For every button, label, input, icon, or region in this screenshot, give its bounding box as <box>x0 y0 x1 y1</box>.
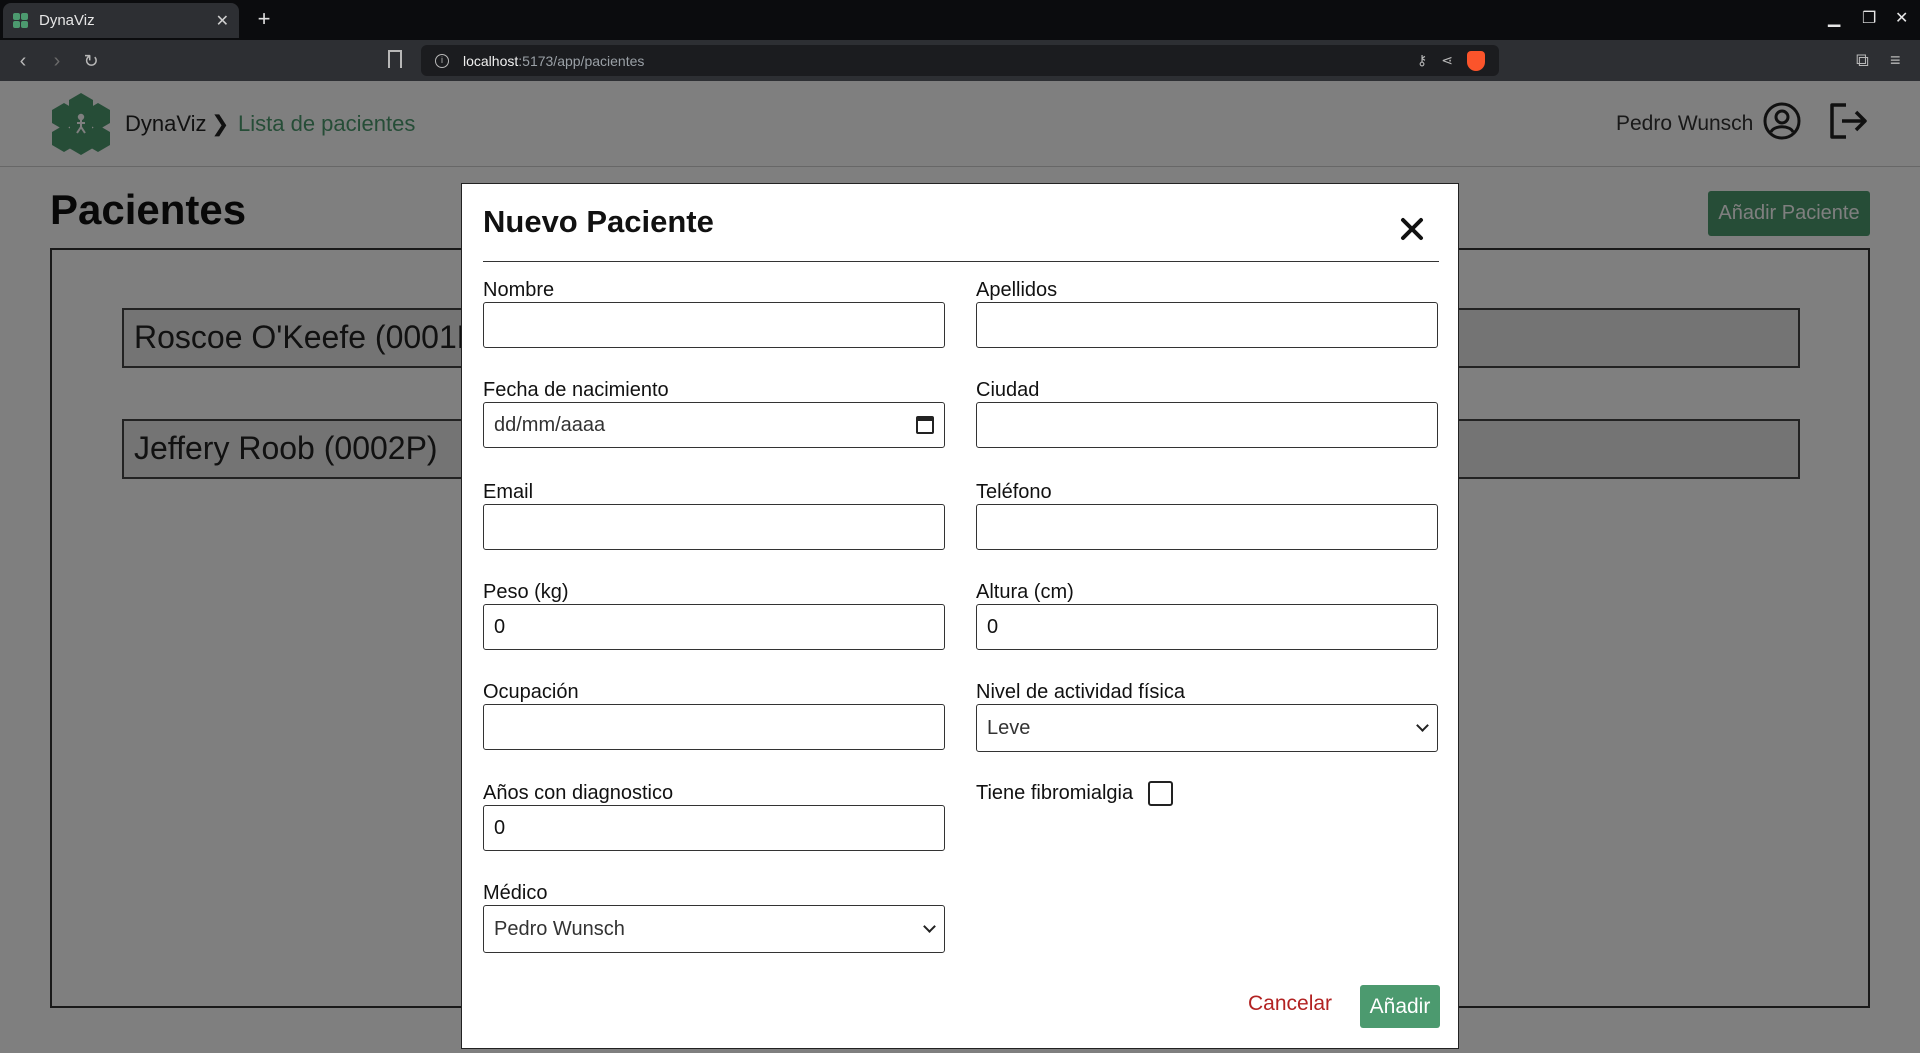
share-icon[interactable]: ⋖ <box>1441 52 1453 69</box>
medico-label: Médico <box>483 882 548 904</box>
nombre-label: Nombre <box>483 279 555 301</box>
apellidos-label: Apellidos <box>976 279 1058 301</box>
fecha-nacimiento-placeholder: dd/mm/aaaa <box>494 413 606 436</box>
app-page: DynaViz ❯ Lista de pacientes Pedro Wunsc… <box>0 81 1920 1053</box>
email-label: Email <box>483 481 534 503</box>
fecha-nacimiento-input[interactable]: dd/mm/aaaa <box>483 402 945 448</box>
calendar-icon[interactable] <box>916 416 934 434</box>
browser-toolbar: ‹ › ↻ i localhost:5173/app/pacientes ⚷ ⋖… <box>0 40 1920 81</box>
nombre-input[interactable] <box>483 302 945 348</box>
actividad-select[interactable]: Leve <box>976 704 1438 752</box>
modal-divider <box>483 261 1439 262</box>
medico-select[interactable]: Pedro Wunsch <box>483 905 945 953</box>
new-tab-icon[interactable]: + <box>251 6 277 32</box>
modal-close-icon[interactable] <box>1397 214 1427 244</box>
ciudad-input[interactable] <box>976 402 1438 448</box>
cancel-button[interactable]: Cancelar <box>1248 992 1332 1016</box>
back-icon[interactable]: ‹ <box>10 48 36 74</box>
maximize-icon[interactable]: ❐ <box>1862 8 1876 28</box>
fibromialgia-label: Tiene fibromialgia <box>976 782 1134 804</box>
fecha-nacimiento-label: Fecha de nacimiento <box>483 379 669 401</box>
tab-close-icon[interactable]: ✕ <box>216 11 229 31</box>
peso-input[interactable] <box>483 604 945 650</box>
brave-shield-icon[interactable] <box>1467 50 1485 71</box>
browser-tab-bar: DynaViz ✕ + ▁ ❐ ✕ <box>0 0 1920 40</box>
address-bar[interactable]: i localhost:5173/app/pacientes ⚷ ⋖ <box>421 45 1499 76</box>
minimize-icon[interactable]: ▁ <box>1828 8 1840 28</box>
chevron-down-icon <box>923 920 936 933</box>
email-input[interactable] <box>483 504 945 550</box>
actividad-label: Nivel de actividad física <box>976 681 1185 703</box>
site-info-icon[interactable]: i <box>435 53 449 68</box>
altura-input[interactable] <box>976 604 1438 650</box>
browser-menu-icon[interactable]: ≡ <box>1890 50 1901 71</box>
reload-icon[interactable]: ↻ <box>78 48 104 74</box>
anios-diagnostico-input[interactable] <box>483 805 945 851</box>
forward-icon[interactable]: › <box>44 48 70 74</box>
browser-tab[interactable]: DynaViz ✕ <box>3 3 239 38</box>
apellidos-input[interactable] <box>976 302 1438 348</box>
actividad-selected-value: Leve <box>987 716 1031 739</box>
peso-label: Peso (kg) <box>483 581 569 603</box>
anios-diagnostico-label: Años con diagnostico <box>483 782 674 804</box>
extensions-icon[interactable]: ⧉ <box>1856 50 1869 71</box>
browser-tab-title: DynaViz <box>39 12 95 29</box>
ocupacion-label: Ocupación <box>483 681 579 703</box>
altura-label: Altura (cm) <box>976 581 1074 603</box>
chevron-down-icon <box>1416 719 1429 732</box>
telefono-input[interactable] <box>976 504 1438 550</box>
add-button[interactable]: Añadir <box>1360 985 1440 1028</box>
ciudad-label: Ciudad <box>976 379 1040 401</box>
telefono-label: Teléfono <box>976 481 1052 503</box>
dynaviz-favicon-icon <box>13 12 29 29</box>
medico-selected-value: Pedro Wunsch <box>494 917 625 940</box>
modal-title: Nuevo Paciente <box>483 204 714 239</box>
ocupacion-input[interactable] <box>483 704 945 750</box>
fibromialgia-checkbox[interactable] <box>1148 781 1173 806</box>
bookmark-icon[interactable] <box>388 50 402 68</box>
key-icon[interactable]: ⚷ <box>1417 52 1427 69</box>
new-patient-modal: Nuevo Paciente Nombre Apellidos Fecha de… <box>461 183 1459 1049</box>
window-close-icon[interactable]: ✕ <box>1895 8 1908 28</box>
url-path: :5173/app/pacientes <box>518 52 645 69</box>
url-host: localhost <box>463 52 519 69</box>
